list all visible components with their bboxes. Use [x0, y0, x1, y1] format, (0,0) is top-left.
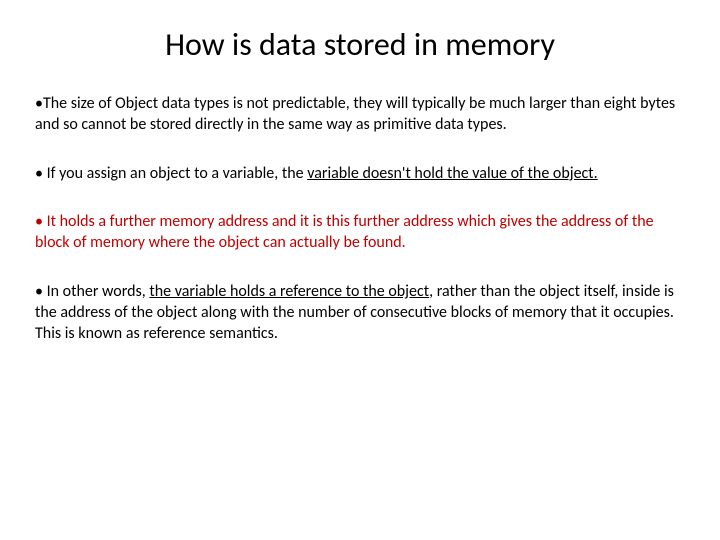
- bullet-1-text: The size of Object data types is not pre…: [35, 94, 675, 134]
- bullet-marker: •: [35, 282, 43, 301]
- bullet-marker: •: [35, 94, 43, 113]
- bullet-4-underline: the variable holds a reference to the ob…: [149, 282, 429, 301]
- bullet-4-pre: In other words,: [47, 282, 150, 301]
- bullet-4: • In other words, the variable holds a r…: [35, 282, 685, 344]
- bullet-marker: •: [35, 212, 43, 231]
- bullet-1: •The size of Object data types is not pr…: [35, 94, 685, 136]
- bullet-2: • If you assign an object to a variable,…: [35, 164, 685, 185]
- bullet-2-pre: If you assign an object to a variable, t…: [47, 164, 308, 183]
- slide-title: How is data stored in memory: [35, 25, 685, 64]
- bullet-2-underline: variable doesn't hold the value of the o…: [307, 164, 597, 183]
- bullet-3-text: It holds a further memory address and it…: [35, 212, 654, 252]
- bullet-3: • It holds a further memory address and …: [35, 212, 685, 254]
- bullet-marker: •: [35, 164, 43, 183]
